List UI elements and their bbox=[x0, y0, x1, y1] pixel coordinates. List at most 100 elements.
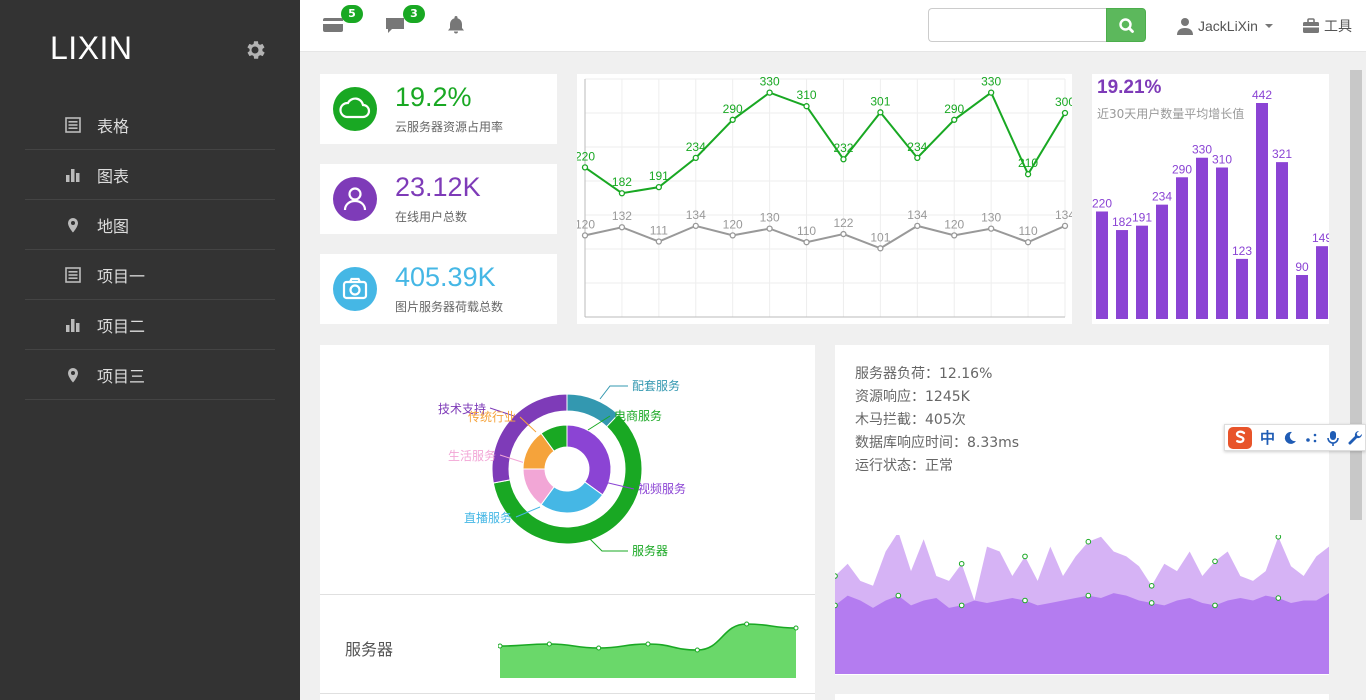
logo[interactable]: LIXIN bbox=[50, 30, 133, 67]
data-label: 330 bbox=[981, 75, 1001, 89]
trojan-block-text: 木马拦截：405次 bbox=[855, 412, 966, 428]
table-icon bbox=[65, 266, 81, 283]
data-label: 110 bbox=[1019, 224, 1038, 238]
data-point bbox=[1148, 600, 1155, 606]
data-point bbox=[835, 602, 838, 609]
data-point bbox=[729, 116, 736, 123]
stat-value: 405.39K bbox=[395, 262, 496, 292]
sidebar-item-label: 项目一 bbox=[97, 266, 146, 286]
data-point bbox=[692, 154, 699, 162]
stat-card: 23.12K 在线用户总数 bbox=[320, 164, 557, 234]
ime-lang-toggle[interactable]: 中 bbox=[1260, 427, 1275, 448]
data-point bbox=[988, 225, 995, 232]
wrench-icon[interactable] bbox=[1346, 429, 1364, 447]
data-label: 290 bbox=[944, 102, 964, 116]
user-icon bbox=[1177, 18, 1193, 35]
sidebar-item-2[interactable]: 图表 bbox=[25, 150, 275, 200]
server-area-chart bbox=[498, 621, 799, 678]
traffic-area-chart bbox=[835, 535, 1329, 674]
data-point bbox=[1022, 597, 1028, 604]
microphone-icon[interactable] bbox=[1325, 429, 1341, 447]
line-chart: 220 182 191 234 290 330 310 232 301 234 290 330 210 3… bbox=[575, 75, 1075, 318]
data-point bbox=[645, 641, 651, 647]
bar-label: 123 bbox=[1232, 244, 1252, 258]
data-point bbox=[655, 183, 662, 191]
pie-label: 传统行业 bbox=[468, 409, 516, 424]
bar-chart-icon bbox=[66, 318, 80, 332]
bar bbox=[1096, 211, 1108, 319]
data-point bbox=[729, 232, 736, 239]
sidebar-item-4[interactable]: 项目一 bbox=[25, 250, 275, 300]
data-point bbox=[958, 560, 965, 567]
gear-icon[interactable] bbox=[243, 38, 267, 62]
sidebar-item-label: 项目三 bbox=[97, 366, 146, 386]
pie-label: 配套服务 bbox=[632, 378, 680, 393]
user-menu[interactable]: JackLiXin bbox=[1176, 16, 1276, 36]
bar-chart-card: 19.21% 近30天用户数量平均增长值 220 182 191 234 290 330 3… bbox=[1092, 74, 1329, 324]
message-badge: 3 bbox=[403, 5, 425, 23]
bar bbox=[1216, 167, 1228, 319]
sidebar-item-3[interactable]: 地图 bbox=[25, 200, 275, 250]
data-label: 130 bbox=[981, 211, 1001, 225]
data-point bbox=[1024, 239, 1032, 246]
bell-icon[interactable] bbox=[445, 14, 467, 36]
punctuation-icon[interactable] bbox=[1304, 429, 1320, 447]
sidebar-item-6[interactable]: 项目三 bbox=[25, 350, 275, 400]
sidebar-item-label: 项目二 bbox=[97, 316, 146, 336]
data-label: 290 bbox=[723, 102, 743, 116]
bar bbox=[1296, 275, 1308, 319]
data-point bbox=[951, 116, 958, 123]
sidebar-menu: 表格图表地图项目一项目二项目三 bbox=[25, 100, 275, 400]
data-label: 210 bbox=[1018, 156, 1038, 170]
data-point bbox=[1061, 109, 1069, 117]
data-point bbox=[692, 222, 699, 230]
data-point bbox=[951, 232, 958, 239]
line-chart-card: 220 182 191 234 290 330 310 232 301 234 290 330 210 3… bbox=[575, 74, 1075, 324]
data-point bbox=[803, 103, 810, 110]
data-point bbox=[1212, 602, 1218, 609]
pie-label: 生活服务 bbox=[448, 448, 496, 463]
search-button[interactable] bbox=[1106, 8, 1146, 42]
data-point bbox=[914, 154, 921, 162]
stat-value: 23.12K bbox=[395, 172, 481, 202]
data-label: 301 bbox=[870, 94, 890, 108]
pie-label: 电商服务 bbox=[614, 408, 662, 423]
ime-toolbar[interactable]: 中 bbox=[1224, 424, 1366, 451]
cloud-icon bbox=[339, 97, 371, 119]
bar bbox=[1256, 103, 1268, 319]
bar-label: 220 bbox=[1092, 196, 1112, 210]
sidebar-item-label: 图表 bbox=[97, 166, 130, 186]
camera-icon bbox=[342, 277, 368, 300]
data-point bbox=[840, 156, 847, 163]
table-icon bbox=[65, 116, 81, 133]
scrollbar[interactable] bbox=[1350, 70, 1362, 520]
sidebar-item-1[interactable]: 表格 bbox=[25, 100, 275, 150]
data-point bbox=[895, 592, 902, 599]
card-badge: 5 bbox=[341, 5, 363, 23]
data-point bbox=[581, 164, 589, 171]
data-point bbox=[1212, 558, 1218, 565]
stat-value: 19.2% bbox=[395, 82, 472, 112]
data-label: 111 bbox=[650, 224, 669, 238]
bar-chart: 220182 191234290330310 123 442 321 90 149 bbox=[1092, 88, 1329, 319]
data-point bbox=[546, 641, 552, 647]
username: JackLiXin bbox=[1198, 18, 1258, 34]
data-point bbox=[1085, 592, 1092, 599]
data-point bbox=[1022, 553, 1028, 560]
bar-label: 290 bbox=[1172, 162, 1192, 176]
sidebar-item-5[interactable]: 项目二 bbox=[25, 300, 275, 350]
top-bar: 5 3 JackLiXin 工具 bbox=[300, 0, 1366, 52]
search-input[interactable] bbox=[928, 8, 1106, 42]
stat-label: 云服务器资源占用率 bbox=[395, 120, 504, 134]
moon-icon[interactable] bbox=[1281, 429, 1299, 447]
data-point bbox=[877, 245, 884, 252]
data-point bbox=[835, 573, 838, 579]
briefcase-icon bbox=[1303, 18, 1319, 33]
search-icon bbox=[1119, 18, 1134, 33]
sogou-icon[interactable] bbox=[1227, 426, 1253, 450]
tools-menu[interactable]: 工具 bbox=[1302, 16, 1352, 36]
bar-label: 149 bbox=[1312, 231, 1329, 245]
divider bbox=[320, 594, 815, 595]
data-point bbox=[618, 224, 626, 231]
bar bbox=[1316, 246, 1328, 319]
